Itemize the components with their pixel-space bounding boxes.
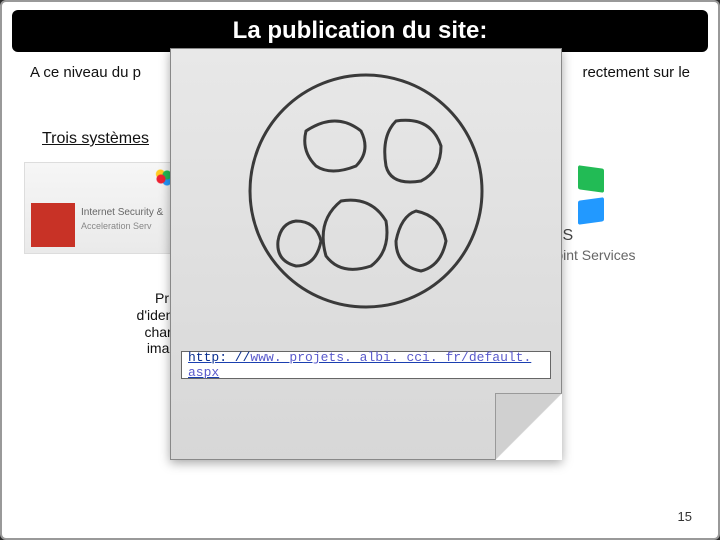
- globe-icon: [246, 71, 486, 316]
- subheading: Trois systèmes: [42, 130, 149, 148]
- slide: La publication du site: A ce niveau du p…: [0, 0, 720, 540]
- browser-popup: http: //www. projets. albi. cci. fr/defa…: [170, 48, 562, 460]
- site-url-link[interactable]: http: //www. projets. albi. cci. fr/defa…: [188, 350, 544, 380]
- body-text-right: rectement sur le: [582, 64, 690, 81]
- slide-title: La publication du site:: [233, 17, 488, 45]
- product-name-line2: Acceleration Serv: [81, 221, 152, 231]
- url-protocol: http: //: [188, 350, 250, 365]
- product-name-line1: Internet Security &: [81, 207, 163, 218]
- body-text-left: A ce niveau du p: [30, 64, 141, 81]
- url-bar[interactable]: http: //www. projets. albi. cci. fr/defa…: [181, 351, 551, 379]
- product-box-isa: Internet Security & Acceleration Serv: [24, 162, 186, 254]
- title-bar: La publication du site:: [12, 10, 708, 52]
- red-square-icon: [31, 203, 75, 247]
- page-number: 15: [678, 509, 692, 524]
